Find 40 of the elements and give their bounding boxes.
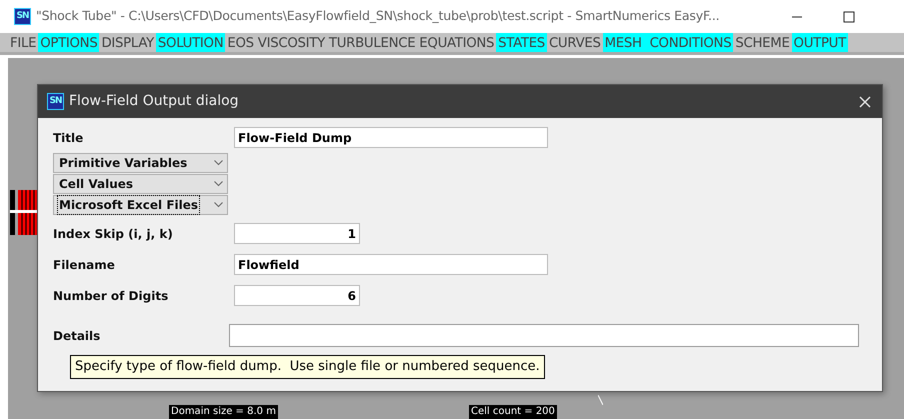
app-icon: SN (47, 93, 64, 110)
menu-item[interactable]: SOLUTION (156, 33, 226, 52)
input-field[interactable]: Flowfield (234, 254, 548, 275)
dropdown[interactable]: Primitive Variables (53, 153, 228, 173)
menu-item[interactable]: EQUATIONS (417, 33, 496, 52)
window-title: "Shock Tube" - C:\Users\CFD\Documents\EasyFlowfield_SN\shock_tube\prob\test.script - SmartNumerics EasyF... (36, 7, 720, 26)
chevron-icon (214, 202, 223, 208)
menu-item[interactable]: FILE (8, 33, 38, 52)
menu-item[interactable]: DISPLAY (99, 33, 156, 52)
menu-item[interactable]: STATES (496, 33, 547, 52)
field-label: Title (53, 130, 84, 146)
menu-item[interactable]: VISCOSITY (256, 33, 327, 52)
input-field[interactable]: 1 (234, 223, 360, 244)
dialog-title: Flow-Field Output dialog (69, 92, 239, 111)
maximize-icon (843, 10, 855, 22)
menu-item[interactable]: TURBULENCE (326, 33, 418, 52)
tooltip: Specify type of flow-field dump. Use single file or numbered sequence. (70, 355, 545, 378)
menu-item[interactable]: MESH CONDITIONS (602, 33, 734, 52)
field-label: Index Skip (i, j, k) (53, 226, 174, 242)
field-label: Filename (53, 256, 116, 274)
input-field[interactable]: Flow-Field Dump (234, 127, 548, 148)
canvas-label: Domain size = 8.0 m (169, 405, 278, 419)
input-field[interactable] (229, 324, 859, 347)
chevron-icon (214, 160, 223, 166)
chevron-icon (214, 181, 223, 187)
menu-item[interactable]: OPTIONS (38, 33, 100, 52)
close-icon[interactable] (859, 96, 871, 108)
menu-item[interactable]: CURVES (546, 33, 603, 52)
mesh-drawing (10, 190, 38, 235)
tick-mark (598, 395, 603, 405)
menu-item[interactable]: SCHEME (733, 33, 792, 52)
canvas-label: Cell count = 200 (469, 405, 557, 419)
field-label: Details (53, 328, 102, 344)
dropdown[interactable]: Microsoft Excel Files (53, 195, 228, 215)
input-field[interactable]: 6 (234, 285, 360, 306)
menu-item[interactable]: OUTPUT (792, 33, 848, 52)
app-icon: SN (14, 8, 31, 25)
menu-item[interactable]: EOS (225, 33, 256, 52)
dropdown[interactable]: Cell Values (53, 174, 228, 194)
field-label: Number of Digits (53, 288, 170, 304)
